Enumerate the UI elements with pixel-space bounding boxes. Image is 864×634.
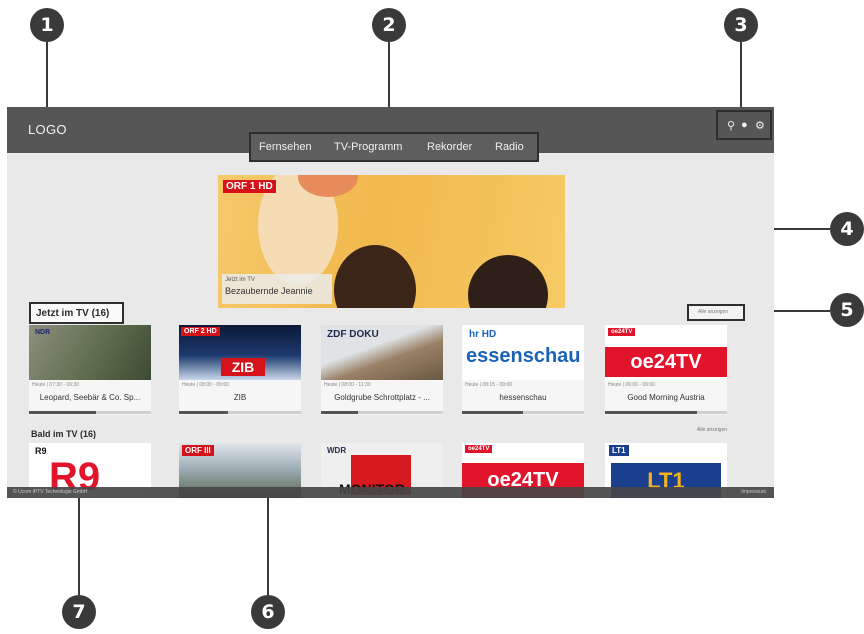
program-card[interactable]: NDR Heute | 07:30 - 09:30 Leopard, Seebä… <box>29 325 151 415</box>
program-meta: Heute | 06:00 - 09:00 <box>608 382 655 388</box>
progress-bar <box>462 411 584 414</box>
gear-icon[interactable]: ⚙ <box>755 119 765 132</box>
oe24-wordmark: oe24TV <box>605 347 727 377</box>
user-icon[interactable]: ● <box>741 119 748 131</box>
callout-6: 6 <box>251 595 285 629</box>
callout-2: 2 <box>372 8 406 42</box>
program-meta: Heute | 08:00 - 11:30 <box>324 382 371 388</box>
station-logo: ORF 2 HD <box>181 327 220 336</box>
program-card[interactable]: ZDF DOKU Heute | 08:00 - 11:30 Goldgrube… <box>321 325 443 415</box>
program-thumbnail: hr HD essenschau <box>462 325 584 380</box>
footer-impressum-link[interactable]: Impressum <box>741 489 766 495</box>
station-logo: hr HD <box>469 329 497 340</box>
station-logo: NDR <box>35 329 51 336</box>
hero-title: Bezaubernde Jeannie <box>225 286 313 296</box>
program-title: hessenschau <box>499 393 547 402</box>
show-all-now-box: Alle anzeigen <box>687 304 745 321</box>
show-all-soon-link[interactable]: Alle anzeigen <box>697 427 727 433</box>
section-now-header: Jetzt im TV (16) <box>29 302 124 324</box>
hero-caption: Jetzt im TV Bezaubernde Jeannie <box>222 274 332 304</box>
show-all-now-link[interactable]: Alle anzeigen <box>698 309 728 315</box>
progress-bar <box>179 411 301 414</box>
main-nav: Fernsehen TV-Programm Rekorder Radio <box>249 132 539 162</box>
program-meta: Heute | 07:30 - 09:30 <box>32 382 79 388</box>
hero-banner[interactable]: ORF 1 HD Jetzt im TV Bezaubernde Jeannie <box>218 175 565 308</box>
progress-bar <box>321 411 443 414</box>
callout-7: 7 <box>62 595 96 629</box>
search-icon[interactable]: ⚲ <box>727 119 735 132</box>
program-title: ZIB <box>233 393 247 402</box>
program-title: Goldgrube Schrottplatz - ... <box>334 393 430 402</box>
program-title: Leopard, Seebär & Co. Sp... <box>39 393 141 402</box>
program-thumbnail: ZDF DOKU <box>321 325 443 380</box>
station-logo: LT1 <box>609 445 629 456</box>
nav-item-rekorder[interactable]: Rekorder <box>427 141 472 153</box>
hero-station-logo: ORF 1 HD <box>223 180 276 193</box>
zib-logo: ZIB <box>221 358 265 376</box>
program-thumbnail: oe24TV oe24TV <box>605 325 727 380</box>
callout-line-3 <box>740 42 742 110</box>
program-thumbnail: NDR <box>29 325 151 380</box>
footer-copyright: © Ucom IPTV Technologie GmbH <box>13 489 88 495</box>
program-card[interactable]: oe24TV oe24TV Heute | 06:00 - 09:00 Good… <box>605 325 727 415</box>
program-meta: Heute | 08:15 - 09:00 <box>465 382 512 388</box>
callout-4: 4 <box>830 212 864 246</box>
station-logo: WDR <box>327 446 347 455</box>
footer: © Ucom IPTV Technologie GmbH Impressum <box>7 487 774 498</box>
section-now-title: Jetzt im TV (16) <box>36 308 110 319</box>
hessenschau-wordmark: essenschau <box>466 345 581 367</box>
callout-5: 5 <box>830 293 864 327</box>
progress-bar <box>605 411 727 414</box>
station-logo: oe24TV <box>608 328 636 336</box>
program-card[interactable]: hr HD essenschau Heute | 08:15 - 09:00 h… <box>462 325 584 415</box>
callout-1: 1 <box>30 8 64 42</box>
section-soon-title: Bald im TV (16) <box>31 429 97 439</box>
station-logo: R9 <box>35 446 47 456</box>
program-meta: Heute | 08:00 - 09:00 <box>182 382 229 388</box>
header-icon-group: ⚲ ● ⚙ <box>716 110 772 140</box>
nav-item-fernsehen[interactable]: Fernsehen <box>259 141 312 153</box>
program-thumbnail: ORF 2 HD ZIB <box>179 325 301 380</box>
hero-subtitle: Jetzt im TV <box>225 277 255 283</box>
program-title: Good Morning Austria <box>627 393 705 402</box>
logo: LOGO <box>28 122 67 137</box>
tv-screen: LOGO ⚲ ● ⚙ Fernsehen TV-Programm Rekorde… <box>7 107 774 498</box>
nav-item-radio[interactable]: Radio <box>495 141 524 153</box>
progress-bar <box>29 411 151 414</box>
station-logo: oe24TV <box>465 445 493 453</box>
nav-item-tv-programm[interactable]: TV-Programm <box>334 141 402 153</box>
station-logo: ZDF DOKU <box>327 329 379 340</box>
station-logo: ORF III <box>182 445 214 456</box>
callout-3: 3 <box>724 8 758 42</box>
program-card[interactable]: ORF 2 HD ZIB Heute | 08:00 - 09:00 ZIB <box>179 325 301 415</box>
